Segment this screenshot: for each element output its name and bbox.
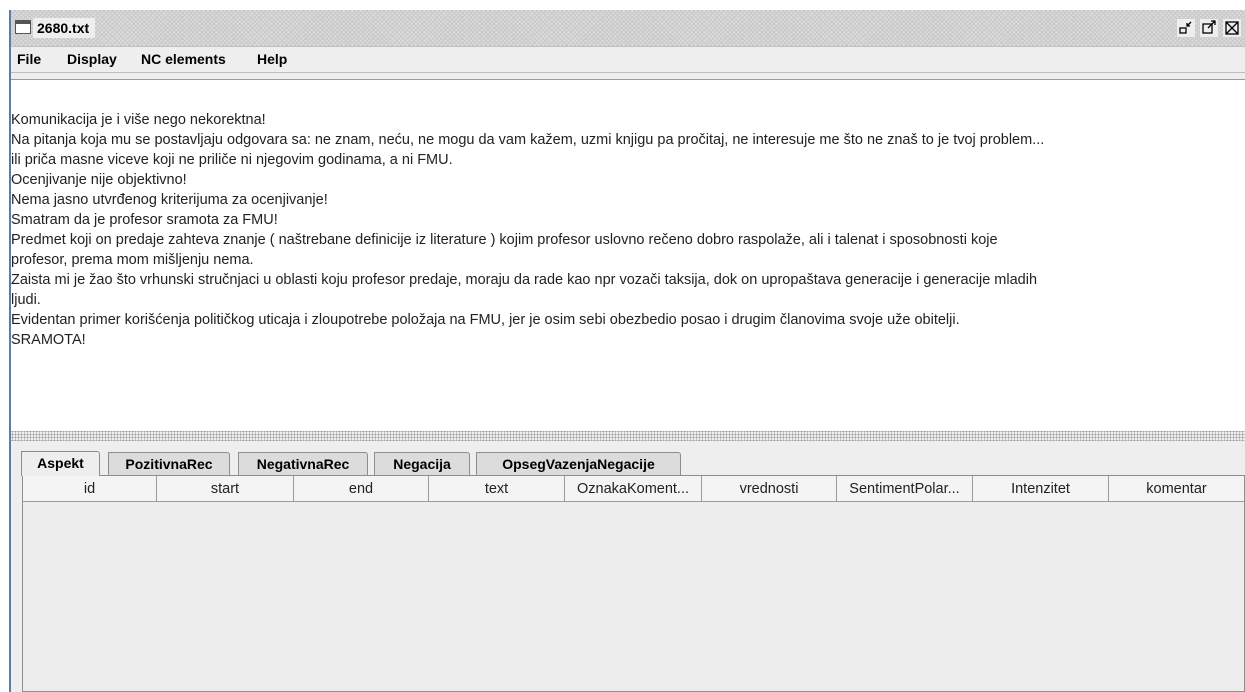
iconify-button[interactable] (1177, 19, 1195, 37)
column-header-id[interactable]: id (23, 476, 157, 502)
maximize-icon (1202, 20, 1216, 34)
menu-display[interactable]: Display (67, 47, 117, 72)
outer-frame-left (0, 10, 11, 692)
column-header-intenzitet[interactable]: Intenzitet (973, 476, 1109, 502)
text-line: Ocenjivanje nije objektivno! (11, 172, 187, 188)
table-header: id start end text OznakaKoment... vredno… (23, 476, 1244, 502)
title-bar[interactable]: 2680.txt (11, 10, 1245, 47)
aspect-table[interactable]: id start end text OznakaKoment... vredno… (22, 475, 1245, 692)
close-button[interactable] (1223, 19, 1241, 37)
tab-negacija[interactable]: Negacija (374, 452, 470, 475)
text-line: Predmet koji on predaje zahteva znanje (… (11, 232, 998, 248)
text-line: Nema jasno utvrđenog kriterijuma za ocen… (11, 192, 328, 208)
tab-negativna-rec[interactable]: NegativnaRec (238, 452, 368, 475)
title-wrap: 2680.txt (33, 18, 96, 38)
text-line: SRAMOTA! (11, 332, 86, 348)
internal-frame-window: 2680.txt File Display NC elements Help K… (11, 10, 1245, 692)
text-line: profesor, prema mom mišljenju nema. (11, 252, 254, 268)
maximize-button[interactable] (1200, 19, 1218, 37)
text-line: Komunikacija je i više nego nekorektna! (11, 112, 266, 128)
column-header-sentiment-polaritet[interactable]: SentimentPolar... (837, 476, 973, 502)
split-pane-divider[interactable] (11, 431, 1245, 441)
column-header-text[interactable]: text (429, 476, 565, 502)
tab-strip: Aspekt PozitivnaRec NegativnaRec Negacij… (11, 441, 1245, 476)
tab-pozitivna-rec[interactable]: PozitivnaRec (108, 452, 230, 475)
close-icon (1225, 21, 1239, 35)
window-icon (15, 20, 31, 34)
column-header-vrednosti[interactable]: vrednosti (702, 476, 837, 502)
column-header-start[interactable]: start (157, 476, 294, 502)
text-line: Na pitanja koja mu se postavljaju odgova… (11, 132, 1045, 148)
text-line: Zaista mi je žao što vrhunski stručnjaci… (11, 272, 1038, 288)
column-header-komentar[interactable]: komentar (1109, 476, 1244, 502)
menu-bar: File Display NC elements Help (11, 47, 1245, 73)
column-header-oznaka-komentara[interactable]: OznakaKoment... (565, 476, 702, 502)
text-line: ili priča masne viceve koji ne priliče n… (11, 152, 453, 168)
tab-aspekt[interactable]: Aspekt (21, 451, 100, 476)
column-header-end[interactable]: end (294, 476, 429, 502)
text-line: Evidentan primer korišćenja političkog u… (11, 312, 960, 328)
menu-help[interactable]: Help (257, 47, 287, 72)
tab-opseg-vazenja-negacije[interactable]: OpsegVazenjaNegacije (476, 452, 681, 475)
outer-frame-top (0, 0, 1245, 10)
iconify-icon (1179, 21, 1192, 34)
menu-nc-elements[interactable]: NC elements (141, 47, 226, 72)
window-title: 2680.txt (37, 20, 90, 36)
text-line: ljudi. (11, 292, 41, 308)
text-line: Smatram da je profesor sramota za FMU! (11, 212, 278, 228)
document-text-area[interactable]: Komunikacija je i više nego nekorektna! … (11, 79, 1245, 431)
menu-file[interactable]: File (17, 47, 41, 72)
